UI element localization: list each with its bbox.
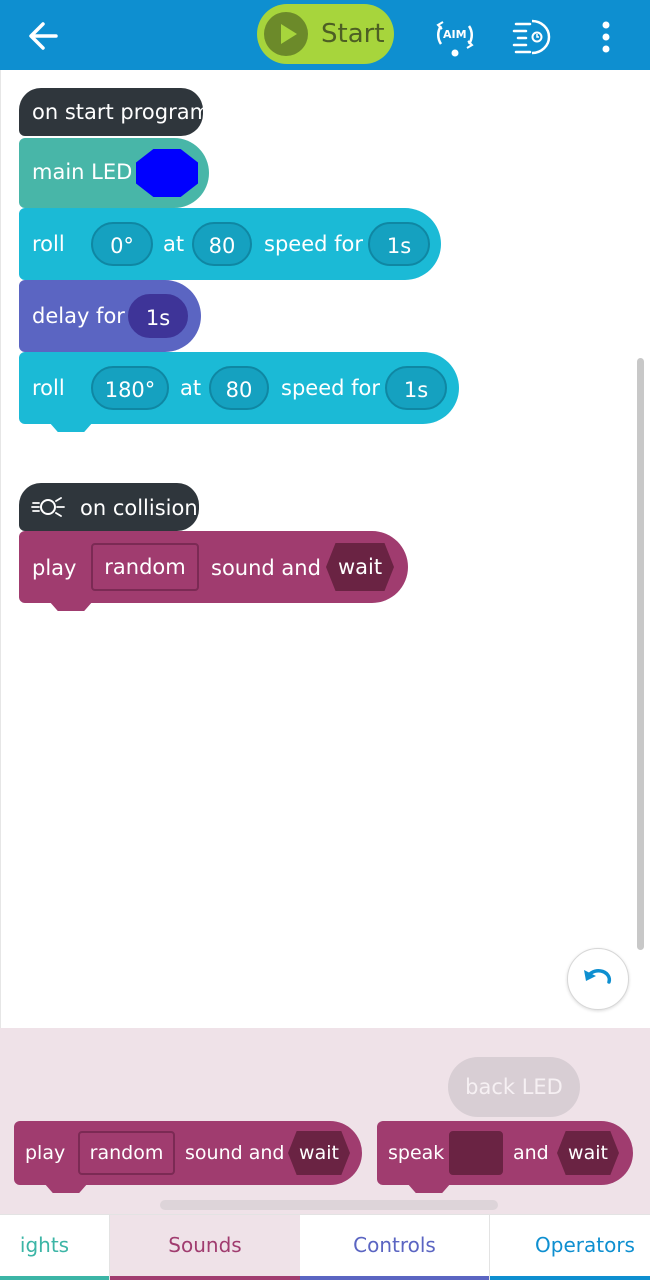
play-icon — [264, 12, 308, 56]
more-button[interactable] — [594, 20, 618, 54]
tab-controls-label: Controls — [353, 1233, 436, 1257]
duration-input[interactable]: 1s — [368, 222, 430, 266]
speed-input[interactable]: 80 — [209, 366, 269, 410]
heading-input[interactable]: 180° — [91, 366, 169, 410]
palette-play-sound-block[interactable]: play random sound and wait — [14, 1121, 362, 1193]
roll-block[interactable]: roll 0° at 80 speed for 1s — [19, 208, 441, 280]
block-connector — [49, 601, 93, 611]
tab-operators-indicator — [490, 1276, 650, 1280]
main-led-label: main LED — [32, 160, 133, 184]
play-label: play — [32, 556, 77, 580]
tab-sounds-indicator — [110, 1276, 300, 1280]
tab-operators[interactable]: Operators — [490, 1215, 650, 1280]
sound-selector[interactable]: random — [78, 1131, 175, 1175]
speed-for-label: speed for — [281, 376, 380, 400]
palette-speak-block[interactable]: speak and wait — [377, 1121, 633, 1193]
tab-operators-label: Operators — [535, 1233, 635, 1257]
play-sound-block[interactable]: play random sound and wait — [19, 531, 408, 611]
tab-lights[interactable]: ights — [0, 1215, 110, 1280]
arrow-left-icon — [29, 22, 58, 50]
back-button[interactable] — [24, 16, 64, 56]
aim-label: AIM — [443, 28, 467, 41]
tab-lights-indicator — [0, 1276, 109, 1280]
sound-and-label: sound and — [211, 556, 321, 580]
tab-controls[interactable]: Controls — [300, 1215, 490, 1280]
tab-controls-indicator — [300, 1276, 489, 1280]
start-label: Start — [321, 19, 385, 49]
block-connector — [49, 422, 93, 432]
toolbar: Start AIM — [0, 0, 650, 70]
delay-block[interactable]: delay for 1s — [19, 280, 201, 352]
back-led-block[interactable]: back LED — [448, 1057, 580, 1117]
block-connector — [407, 1183, 451, 1193]
category-tabs: ights Sounds Controls Operators — [0, 1214, 650, 1280]
led-color-swatch[interactable] — [136, 149, 198, 197]
play-label: play — [25, 1142, 66, 1164]
at-label: at — [163, 232, 185, 256]
speed-for-label: speed for — [264, 232, 363, 256]
tab-sounds[interactable]: Sounds — [110, 1215, 300, 1280]
roll-label: roll — [32, 376, 65, 400]
speak-text-input[interactable] — [449, 1131, 503, 1175]
roll-block[interactable]: roll 180° at 80 speed for 1s — [19, 352, 459, 432]
wait-toggle[interactable]: wait — [557, 1131, 619, 1175]
start-button[interactable]: Start — [257, 4, 394, 64]
and-label: and — [513, 1142, 549, 1164]
heading-input[interactable]: 0° — [91, 222, 153, 266]
on-collision-block[interactable]: on collision — [19, 483, 199, 531]
sensor-control-icon — [512, 19, 551, 55]
roll-label: roll — [32, 232, 65, 256]
block-palette[interactable]: back LED play random sound and wait spea… — [0, 1028, 650, 1214]
duration-input[interactable]: 1s — [385, 366, 447, 410]
on-collision-label: on collision — [80, 496, 198, 520]
canvas-scrollbar[interactable] — [637, 358, 644, 950]
on-start-program-label: on start program — [32, 100, 211, 124]
speed-input[interactable]: 80 — [192, 222, 252, 266]
sound-and-label: sound and — [185, 1142, 285, 1164]
tab-lights-label: ights — [19, 1233, 70, 1257]
delay-label: delay for — [32, 304, 125, 328]
main-led-block[interactable]: main LED — [19, 138, 209, 208]
sound-selector[interactable]: random — [91, 543, 199, 591]
tab-sounds-label: Sounds — [168, 1233, 242, 1257]
wait-toggle[interactable]: wait — [288, 1131, 350, 1175]
undo-button[interactable] — [567, 948, 629, 1010]
block-connector — [44, 1183, 88, 1193]
program-canvas[interactable]: on start program main LED roll 0° at 80 … — [0, 70, 650, 1028]
sensor-control-button[interactable] — [512, 18, 552, 56]
at-label: at — [180, 376, 202, 400]
speak-label: speak — [388, 1142, 445, 1164]
palette-scrollbar[interactable] — [160, 1200, 498, 1210]
on-start-program-block[interactable]: on start program — [19, 88, 210, 136]
more-vertical-icon — [602, 21, 610, 53]
wait-toggle[interactable]: wait — [326, 543, 394, 591]
aim-button[interactable]: AIM — [433, 16, 477, 58]
undo-icon — [584, 969, 612, 984]
collision-icon — [31, 497, 65, 517]
delay-duration-input[interactable]: 1s — [128, 294, 188, 338]
